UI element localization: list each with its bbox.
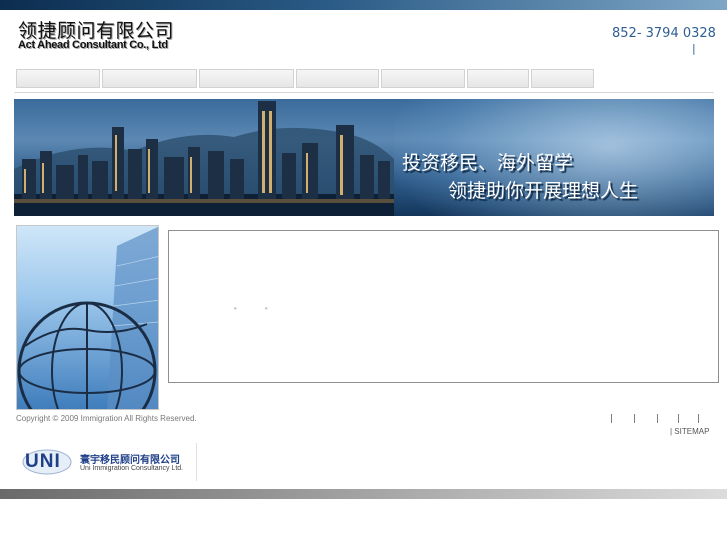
partner-divider bbox=[196, 443, 197, 481]
nav-item-7[interactable] bbox=[531, 69, 594, 88]
bottom-bar bbox=[0, 489, 727, 499]
uni-logo-text: UNI bbox=[25, 451, 61, 472]
hero-banner: 投资移民、海外留学 领捷助你开展理想人生 bbox=[14, 99, 714, 216]
footer-link-separator: | bbox=[697, 414, 701, 424]
content-mark-1: " bbox=[234, 307, 237, 314]
globe-building-illustration bbox=[17, 226, 158, 409]
banner-slogan-line2: 领捷助你开展理想人生 bbox=[448, 180, 639, 202]
main-content-panel: " " bbox=[168, 230, 719, 383]
nav-item-2[interactable] bbox=[102, 69, 197, 88]
logo-english[interactable]: Act Ahead Consultant Co., Ltd bbox=[18, 39, 168, 51]
nav-item-1[interactable] bbox=[16, 69, 100, 88]
nav-item-4[interactable] bbox=[296, 69, 379, 88]
partner-name-chinese[interactable]: 寰宇移民顾问有限公司 bbox=[80, 451, 180, 466]
nav-divider bbox=[14, 92, 714, 93]
nav-item-3[interactable] bbox=[199, 69, 294, 88]
header-separator: | bbox=[692, 42, 696, 55]
partner-name-english: Uni Immigration Consultancy Ltd. bbox=[80, 465, 184, 472]
footer-link-separator: | bbox=[656, 414, 660, 424]
nav-item-6[interactable] bbox=[467, 69, 529, 88]
banner-slogan-line1: 投资移民、海外留学 bbox=[402, 152, 574, 174]
nav-item-5[interactable] bbox=[381, 69, 465, 88]
footer-link-separator: | bbox=[610, 414, 614, 424]
content-mark-2: " bbox=[265, 307, 268, 314]
sitemap-link[interactable]: | SITEMAP bbox=[670, 427, 709, 436]
footer-link-separator: | bbox=[677, 414, 681, 424]
phone-number: 852- 3794 0328 bbox=[612, 26, 716, 41]
banner-slogan: 投资移民、海外留学 领捷助你开展理想人生 bbox=[402, 149, 638, 205]
top-bar bbox=[0, 0, 727, 10]
side-globe-image bbox=[16, 225, 159, 410]
main-nav bbox=[16, 69, 596, 89]
uni-logo[interactable]: UNI bbox=[22, 446, 72, 476]
footer-link-separator: | bbox=[633, 414, 637, 424]
copyright-text: Copyright © 2009 Immigration All Rights … bbox=[16, 414, 197, 423]
